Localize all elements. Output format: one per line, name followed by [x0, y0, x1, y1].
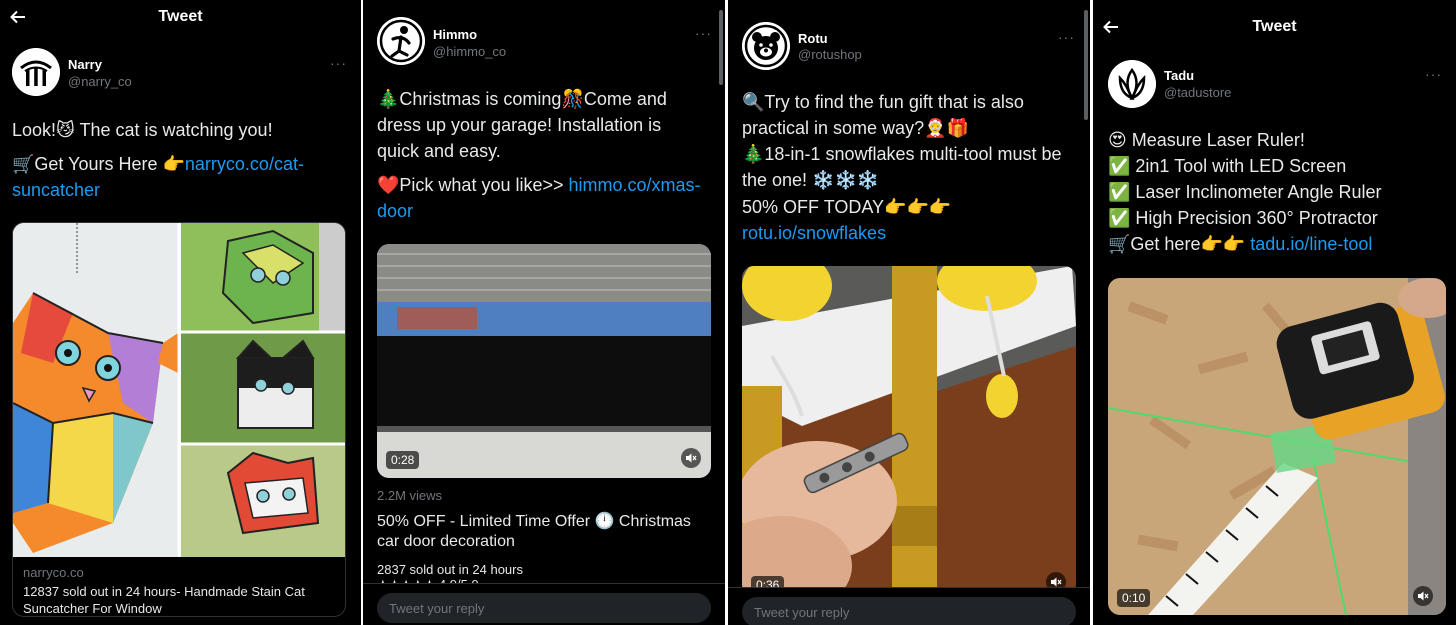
tweet-header: Tweet [0, 0, 361, 34]
tweet-text-line3: ✅ Laser Inclinometer Angle Ruler [1108, 182, 1382, 202]
tweet-panel-rotu: Rotu @rotushop ··· 🔍Try to find the fun … [728, 0, 1090, 625]
tweet-text-line4: ✅ High Precision 360° Protractor [1108, 208, 1378, 228]
card-domain: narryco.co [23, 565, 84, 580]
mute-icon[interactable] [1413, 586, 1433, 606]
tweet-panel-tadu: Tweet Tadu @tadustore ··· 😍 Measure Lase… [1093, 0, 1456, 625]
tweet-text-prefix: 50% OFF TODAY👉👉👉 [742, 197, 952, 217]
tweet-text-line5: 🛒Get here👉👉 tadu.io/line-tool [1108, 231, 1448, 257]
back-arrow-icon[interactable] [8, 7, 28, 27]
more-options-icon[interactable]: ··· [1425, 66, 1442, 82]
reply-input[interactable]: Tweet your reply [742, 597, 1076, 625]
back-arrow-icon[interactable] [1101, 17, 1121, 37]
avatar[interactable] [12, 48, 60, 96]
link-card[interactable]: narryco.co 12837 sold out in 24 hours- H… [12, 222, 346, 617]
user-handle[interactable]: @himmo_co [433, 44, 506, 59]
more-options-icon[interactable]: ··· [695, 25, 712, 41]
mute-icon[interactable] [681, 448, 701, 468]
tweet-text-line1: 🎄Christmas is coming🎊Come and dress up y… [377, 89, 667, 161]
video-player[interactable]: 0:10 [1108, 278, 1446, 615]
tweet-text-prefix: ❤️Pick what you like>> [377, 175, 569, 195]
video-thumbnail [1108, 278, 1446, 615]
video-player[interactable]: 0:28 [377, 244, 711, 478]
video-duration: 0:10 [1117, 589, 1151, 607]
display-name[interactable]: Himmo [433, 27, 477, 42]
tweet-panel-himmo: Himmo @himmo_co ··· 🎄Christmas is coming… [363, 0, 725, 625]
tweet-text-line2: ❤️Pick what you like>> himmo.co/xmas-doo… [377, 172, 707, 224]
tweet-link[interactable]: rotu.io/snowflakes [742, 223, 886, 243]
video-player[interactable]: 0:36 [742, 266, 1076, 596]
header-title: Tweet [1252, 18, 1297, 35]
user-handle[interactable]: @rotushop [798, 47, 862, 62]
tweet-text-prefix: 🛒Get Yours Here 👉 [12, 154, 185, 174]
tweet-panel-narry: Tweet Narry @narry_co ··· Look!😼 The cat… [0, 0, 361, 625]
view-count: 2.2M views [377, 488, 443, 503]
display-name[interactable]: Rotu [798, 31, 828, 46]
video-thumbnail [742, 266, 1076, 596]
narry-logo-icon [12, 48, 60, 96]
card-title: 50% OFF - Limited Time Offer 🕛 Christmas… [377, 513, 691, 550]
video-duration: 0:28 [386, 451, 420, 469]
tweet-link[interactable]: tadu.io/line-tool [1250, 234, 1372, 254]
scrollbar[interactable] [719, 10, 723, 85]
video-thumbnail [377, 244, 711, 478]
tweet-text-line2: ✅ 2in1 Tool with LED Screen [1108, 156, 1347, 176]
display-name[interactable]: Narry [68, 57, 102, 72]
more-options-icon[interactable]: ··· [1058, 29, 1075, 45]
tweet-text-line1: 🔍Try to find the fun gift that is also p… [742, 92, 1024, 138]
avatar[interactable] [1108, 60, 1156, 108]
tweet-header: Tweet [1093, 10, 1456, 44]
tweet-text-line1: 😍 Measure Laser Ruler! [1108, 130, 1305, 150]
header-title: Tweet [158, 8, 203, 25]
avatar[interactable] [377, 17, 425, 65]
more-options-icon[interactable]: ··· [330, 55, 347, 71]
himmo-logo-icon [377, 17, 425, 65]
scrollbar[interactable] [1084, 10, 1088, 120]
tweet-text-line2: 🎄18-in-1 snowflakes multi-tool must be t… [742, 144, 1062, 190]
product-image-collage [13, 223, 345, 557]
card-title: 12837 sold out in 24 hours- Handmade Sta… [23, 584, 305, 616]
avatar[interactable] [742, 22, 790, 70]
tweet-text-line3: 50% OFF TODAY👉👉👉 rotu.io/snowflakes [742, 194, 1078, 246]
rotu-bear-logo-icon [742, 22, 790, 70]
tadu-lotus-logo-icon [1108, 60, 1156, 108]
tweet-text-line2: 🛒Get Yours Here 👉narryco.co/cat-suncatch… [12, 151, 352, 203]
tweet-text-line1: Look!😼 The cat is watching you! [12, 120, 273, 140]
card-subtitle: 2837 sold out in 24 hours [377, 562, 523, 577]
reply-input[interactable]: Tweet your reply [377, 593, 711, 623]
user-handle[interactable]: @tadustore [1164, 85, 1231, 100]
display-name[interactable]: Tadu [1164, 68, 1194, 83]
tweet-text-prefix: 🛒Get here👉👉 [1108, 234, 1251, 254]
user-handle[interactable]: @narry_co [68, 74, 132, 89]
